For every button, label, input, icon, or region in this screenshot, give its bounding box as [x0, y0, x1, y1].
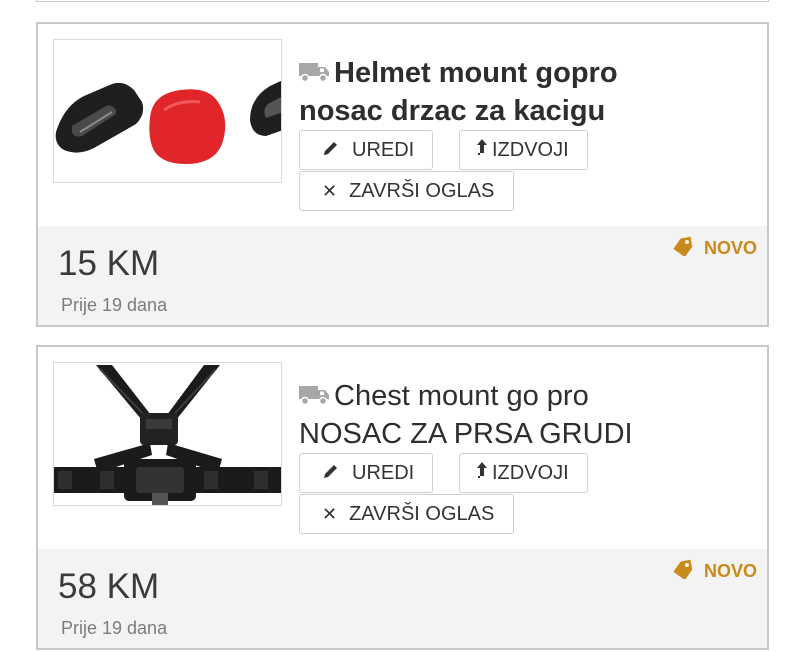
condition-label: NOVO [703, 238, 757, 258]
end-listing-label: ZAVRŠI OGLAS [349, 179, 495, 202]
listing-title[interactable]: Helmet mount gopro nosac drzac za kacigu [299, 54, 739, 130]
listing-age: Prije 19 dana [61, 295, 168, 315]
tag-icon [672, 236, 696, 261]
listing-age: Prije 19 dana [61, 618, 168, 638]
listing-title-line1: Chest mount go pro [334, 380, 589, 412]
black-mount-right-image [250, 80, 281, 136]
edit-button[interactable]: UREDI [299, 130, 433, 170]
feature-button[interactable]: IZDVOJI [459, 453, 588, 493]
condition-label: NOVO [703, 561, 757, 581]
tag-icon [672, 559, 696, 584]
end-listing-label: ZAVRŠI OGLAS [349, 502, 495, 525]
edit-button[interactable]: UREDI [299, 453, 433, 493]
listing-photo-chest-mount[interactable] [53, 362, 282, 506]
end-listing-button[interactable]: ✕ ZAVRŠI OGLAS [299, 171, 514, 211]
edit-label: UREDI [352, 461, 415, 484]
listing-title-line2: nosac drzac za kacigu [299, 95, 606, 127]
listing-body: Chest mount go pro NOSAC ZA PRSA GRUDI U… [38, 347, 767, 551]
condition-badge: NOVO [672, 236, 757, 261]
close-icon: ✕ [322, 180, 338, 201]
red-pad-image [149, 89, 226, 164]
listing-title-line2: NOSAC ZA PRSA GRUDI [299, 418, 633, 450]
pencil-icon [322, 462, 340, 485]
listing-price: 15 KM [58, 244, 160, 283]
listing-footer: 58 KM Prije 19 dana NOVO [38, 549, 767, 648]
listing-footer: 15 KM Prije 19 dana NOVO [38, 226, 767, 325]
arrow-up-icon [476, 138, 488, 163]
previous-card-edge [36, 0, 769, 2]
pencil-icon [322, 139, 340, 162]
feature-button[interactable]: IZDVOJI [459, 130, 588, 170]
edit-label: UREDI [352, 138, 415, 161]
truck-icon [299, 378, 330, 406]
listing-photo-helmet-mount[interactable] [53, 39, 282, 183]
condition-badge: NOVO [672, 559, 757, 584]
feature-label: IZDVOJI [492, 138, 569, 161]
listing-card: Helmet mount gopro nosac drzac za kacigu… [36, 22, 769, 327]
arrow-up-icon [476, 461, 488, 486]
end-listing-button[interactable]: ✕ ZAVRŠI OGLAS [299, 494, 514, 534]
truck-icon [299, 55, 330, 83]
listing-title-line1: Helmet mount gopro [334, 57, 618, 89]
black-mount-left-image [55, 82, 144, 153]
listing-title[interactable]: Chest mount go pro NOSAC ZA PRSA GRUDI [299, 377, 739, 453]
listing-card: Chest mount go pro NOSAC ZA PRSA GRUDI U… [36, 345, 769, 650]
chest-harness-image [54, 365, 281, 505]
feature-label: IZDVOJI [492, 461, 569, 484]
close-icon: ✕ [322, 503, 338, 524]
listing-price: 58 KM [58, 567, 160, 606]
listing-body: Helmet mount gopro nosac drzac za kacigu… [38, 24, 767, 228]
